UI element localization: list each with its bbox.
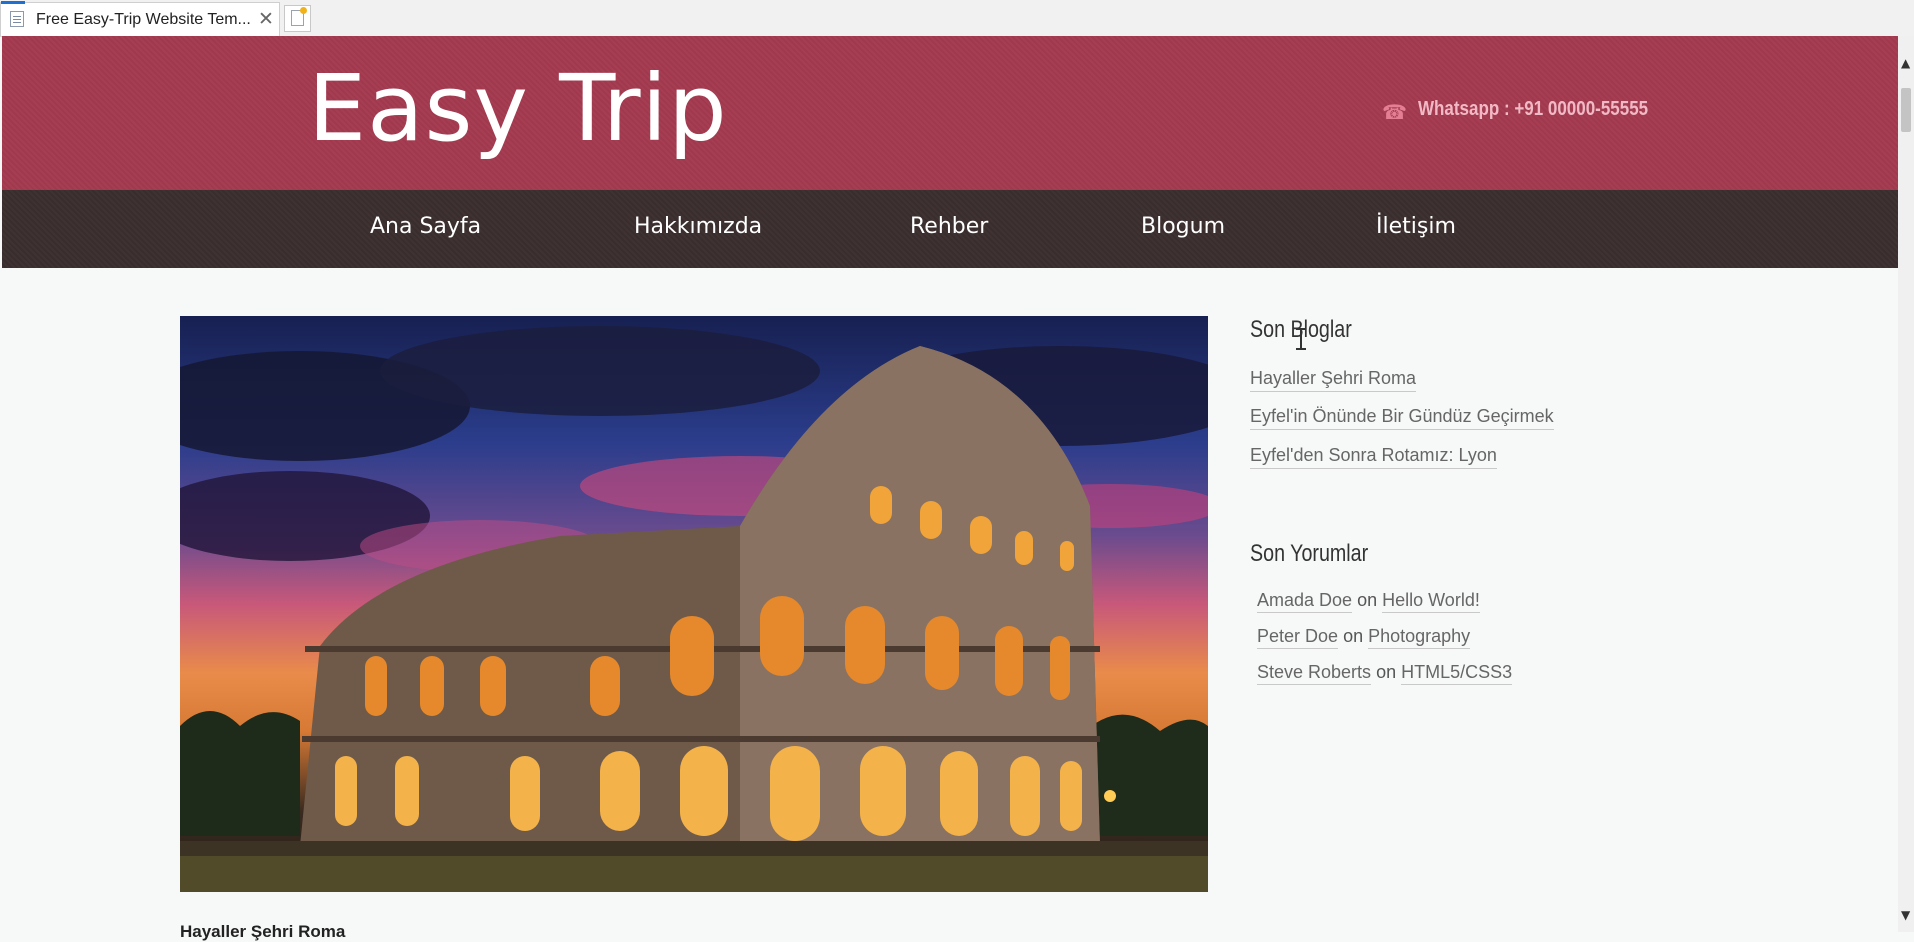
recent-blog-link[interactable]: Eyfel'den Sonra Rotamız: Lyon xyxy=(1250,445,1497,469)
tab-title: Free Easy-Trip Website Tem... xyxy=(36,11,251,28)
main-nav: Ana Sayfa Hakkımızda Rehber Blogum İleti… xyxy=(2,190,1898,268)
comment-post-link[interactable]: Hello World! xyxy=(1382,590,1480,613)
comment-item: Amada Doe on Hello World! xyxy=(1257,590,1480,613)
comment-item: Steve Roberts on HTML5/CSS3 xyxy=(1257,662,1513,685)
recent-blog-link[interactable]: Eyfel'in Önünde Bir Gündüz Geçirmek xyxy=(1250,406,1554,430)
site-header: Easy Trip ☎ Whatsapp : +91 00000-55555 xyxy=(2,36,1898,190)
comment-author-link[interactable]: Steve Roberts xyxy=(1257,662,1372,685)
browser-tab-bar: Free Easy-Trip Website Tem... ✕ xyxy=(0,0,1914,37)
scroll-down-icon[interactable]: ▼ xyxy=(1901,908,1910,922)
comment-author-link[interactable]: Peter Doe xyxy=(1257,626,1339,649)
comment-item: Peter Doe on Photography xyxy=(1257,626,1471,649)
nav-item-guide[interactable]: Rehber xyxy=(910,214,988,239)
comment-on-text: on xyxy=(1343,626,1364,646)
recent-blog-link[interactable]: Hayaller Şehri Roma xyxy=(1250,368,1417,392)
tab-accent xyxy=(1,1,25,4)
colosseum-illustration xyxy=(180,326,1208,892)
nav-item-about[interactable]: Hakkımızda xyxy=(634,214,762,239)
scrollbar-thumb[interactable] xyxy=(1901,88,1911,132)
close-icon[interactable]: ✕ xyxy=(258,8,274,30)
browser-tab[interactable]: Free Easy-Trip Website Tem... ✕ xyxy=(0,1,280,36)
scroll-up-icon[interactable]: ▲ xyxy=(1901,56,1910,70)
comment-author-link[interactable]: Amada Doe xyxy=(1257,590,1353,613)
page-scrollbar[interactable]: ▲ ▼ xyxy=(1898,36,1914,932)
post-title[interactable]: Hayaller Şehri Roma xyxy=(180,922,345,942)
text-cursor xyxy=(1296,328,1306,350)
page-icon xyxy=(10,11,24,27)
comment-on-text: on xyxy=(1357,590,1378,610)
hero-image-colosseum xyxy=(180,316,1208,892)
nav-item-blog[interactable]: Blogum xyxy=(1141,214,1225,239)
recent-comments-heading: Son Yorumlar xyxy=(1250,540,1369,567)
nav-item-contact[interactable]: İletişim xyxy=(1376,214,1456,239)
site-logo[interactable]: Easy Trip xyxy=(308,54,728,164)
comment-post-link[interactable]: Photography xyxy=(1368,626,1471,649)
comment-on-text: on xyxy=(1376,662,1397,682)
phone-icon: ☎ xyxy=(1382,100,1407,124)
nav-item-home[interactable]: Ana Sayfa xyxy=(370,214,481,239)
whatsapp-contact: Whatsapp : +91 00000-55555 xyxy=(1418,98,1649,120)
comment-post-link[interactable]: HTML5/CSS3 xyxy=(1401,662,1513,685)
new-tab-button[interactable] xyxy=(284,5,311,32)
new-tab-icon xyxy=(291,7,307,26)
